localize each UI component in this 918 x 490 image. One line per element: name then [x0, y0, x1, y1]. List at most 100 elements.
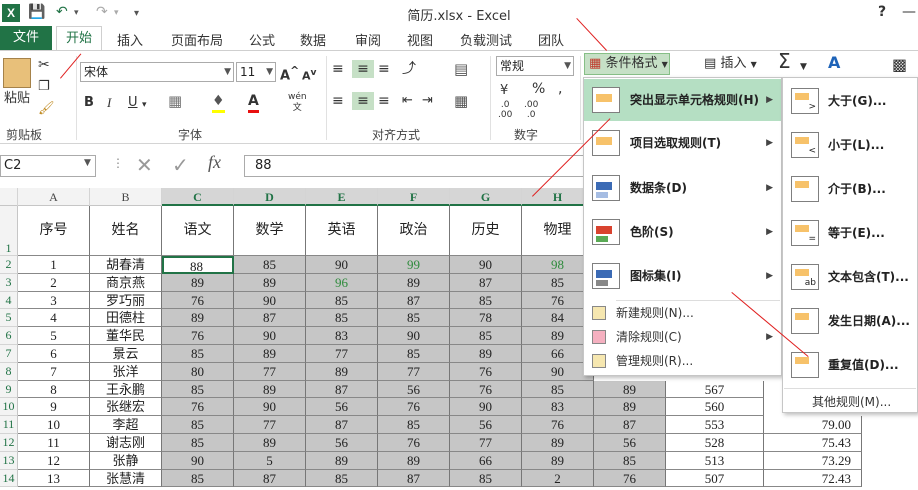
- insert-cells-button[interactable]: ▤ 插入 ▼: [704, 55, 757, 74]
- data-cell[interactable]: 87: [450, 273, 522, 292]
- name-cell[interactable]: 张慧清: [90, 469, 162, 488]
- row-header[interactable]: 13: [0, 451, 18, 470]
- bold-button[interactable]: B: [84, 94, 94, 112]
- align-right-icon[interactable]: ≡: [378, 92, 390, 110]
- name-cell[interactable]: 商京燕: [90, 273, 162, 292]
- data-cell[interactable]: 87: [378, 469, 450, 488]
- percent-icon[interactable]: %: [532, 80, 545, 98]
- autosum-icon[interactable]: Σ: [778, 51, 791, 71]
- submenu-item[interactable]: = 等于(E)...: [783, 212, 917, 254]
- data-cell[interactable]: 76: [162, 291, 234, 310]
- data-cell[interactable]: 90: [450, 398, 522, 417]
- sort-filter-icon[interactable]: A: [828, 54, 840, 72]
- data-cell[interactable]: 90: [234, 327, 306, 345]
- data-cell[interactable]: 83: [522, 398, 594, 417]
- data-cell[interactable]: 89: [306, 451, 378, 470]
- data-cell[interactable]: 85: [234, 256, 306, 274]
- column-header[interactable]: C: [162, 188, 234, 206]
- data-cell[interactable]: 8: [18, 380, 90, 399]
- data-cell[interactable]: 85: [450, 327, 522, 345]
- row-header[interactable]: 8: [0, 362, 18, 381]
- data-cell[interactable]: 90: [450, 256, 522, 274]
- wrap-text-icon[interactable]: ▤: [454, 60, 468, 78]
- tab-view[interactable]: 视图: [407, 30, 433, 49]
- submenu-item[interactable]: 重复值(D)...: [783, 344, 917, 386]
- copy-icon[interactable]: ❐: [38, 78, 50, 96]
- data-cell[interactable]: 89: [234, 434, 306, 452]
- header-cell[interactable]: 数学: [234, 206, 306, 256]
- column-header[interactable]: A: [18, 188, 90, 206]
- data-cell[interactable]: 76: [522, 416, 594, 434]
- data-cell[interactable]: 66: [450, 451, 522, 470]
- name-cell[interactable]: 张洋: [90, 362, 162, 381]
- data-cell[interactable]: 567: [666, 380, 764, 399]
- data-cell[interactable]: 78: [450, 309, 522, 328]
- data-cell[interactable]: 87: [306, 416, 378, 434]
- data-cell[interactable]: 89: [306, 362, 378, 381]
- data-cell[interactable]: 56: [378, 380, 450, 399]
- data-cell[interactable]: 89: [162, 309, 234, 328]
- data-cell[interactable]: 77: [234, 416, 306, 434]
- data-cell[interactable]: 560: [666, 398, 764, 417]
- row-header[interactable]: 14: [0, 469, 18, 488]
- data-cell[interactable]: 2: [522, 469, 594, 488]
- data-cell[interactable]: 76: [450, 380, 522, 399]
- name-cell[interactable]: 景云: [90, 345, 162, 363]
- data-cell[interactable]: 77: [450, 434, 522, 452]
- data-cell[interactable]: 89: [234, 273, 306, 292]
- menu-item-small[interactable]: 清除规则(C) ▶: [584, 326, 781, 348]
- increase-indent-icon[interactable]: ⇥: [422, 92, 433, 110]
- font-color-icon[interactable]: A: [248, 92, 259, 113]
- data-cell[interactable]: 90: [234, 398, 306, 417]
- column-header[interactable]: B: [90, 188, 162, 206]
- data-cell[interactable]: 89: [522, 434, 594, 452]
- cancel-icon[interactable]: ✕: [136, 153, 153, 177]
- menu-item[interactable]: 突出显示单元格规则(H) ▶: [584, 79, 781, 121]
- data-cell[interactable]: 76: [378, 398, 450, 417]
- menu-item[interactable]: 项目选取规则(T) ▶: [584, 122, 781, 164]
- paste-icon[interactable]: [3, 58, 31, 88]
- data-cell[interactable]: 76: [162, 327, 234, 345]
- name-cell[interactable]: 董华民: [90, 327, 162, 345]
- data-cell[interactable]: 90: [234, 291, 306, 310]
- data-cell[interactable]: 90: [162, 451, 234, 470]
- name-cell[interactable]: 王永鹏: [90, 380, 162, 399]
- data-cell[interactable]: 85: [378, 416, 450, 434]
- merge-center-icon[interactable]: ▦: [454, 92, 468, 110]
- row-header[interactable]: 7: [0, 345, 18, 363]
- orientation-icon[interactable]: ⤴: [402, 60, 416, 78]
- name-cell[interactable]: 罗巧丽: [90, 291, 162, 310]
- data-cell[interactable]: 6: [18, 345, 90, 363]
- name-cell[interactable]: 谢志刚: [90, 434, 162, 452]
- data-cell[interactable]: 7: [18, 362, 90, 381]
- tab-team[interactable]: 团队: [538, 30, 564, 49]
- data-cell[interactable]: 87: [378, 291, 450, 310]
- name-cell[interactable]: 胡春清: [90, 256, 162, 274]
- data-cell[interactable]: 85: [450, 291, 522, 310]
- find-select-icon[interactable]: ▩: [892, 56, 907, 74]
- chevron-down-icon[interactable]: ▾: [142, 96, 147, 114]
- column-header[interactable]: E: [306, 188, 378, 206]
- number-format-combo[interactable]: 常规 ▼: [496, 56, 574, 76]
- menu-item-small[interactable]: 新建规则(N)...: [584, 302, 781, 324]
- data-cell[interactable]: 85: [306, 291, 378, 310]
- border-icon[interactable]: ▦: [168, 92, 182, 110]
- data-cell[interactable]: 85: [162, 345, 234, 363]
- data-cell[interactable]: 85: [378, 345, 450, 363]
- header-cell[interactable]: 历史: [450, 206, 522, 256]
- currency-icon[interactable]: ¥: [500, 82, 508, 100]
- data-cell[interactable]: 85: [450, 469, 522, 488]
- tab-review[interactable]: 审阅: [355, 30, 381, 49]
- tab-insert[interactable]: 插入: [117, 30, 143, 49]
- data-cell[interactable]: 89: [162, 273, 234, 292]
- data-cell[interactable]: 85: [306, 469, 378, 488]
- name-cell[interactable]: 张静: [90, 451, 162, 470]
- align-center-icon[interactable]: ≡: [352, 92, 374, 110]
- conditional-format-button[interactable]: ▦ 条件格式 ▼: [584, 53, 670, 75]
- menu-item[interactable]: 色阶(S) ▶: [584, 211, 781, 253]
- data-cell[interactable]: 76: [450, 362, 522, 381]
- tab-load-test[interactable]: 负载测试: [460, 30, 512, 49]
- menu-item-small[interactable]: 管理规则(R)...: [584, 350, 781, 372]
- header-cell[interactable]: 语文: [162, 206, 234, 256]
- column-header[interactable]: D: [234, 188, 306, 206]
